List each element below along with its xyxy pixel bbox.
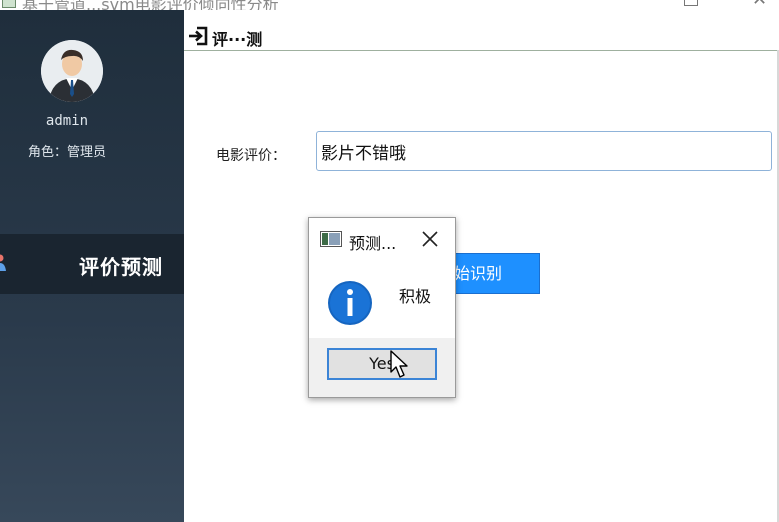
user-role: 角色：管理员 [27,145,106,160]
dialog-title: 预测... [349,234,397,253]
app-icon [2,0,16,8]
user-icon [0,254,6,276]
mouse-cursor-icon [390,350,412,384]
page-title: 评···测 [212,30,263,49]
sidebar-item-evaluation-prediction[interactable]: 评价预测 [0,234,184,294]
dialog-close-button[interactable] [419,228,441,250]
avatar [41,40,103,102]
header-divider [184,50,779,51]
window-titlebar: 基于管道...svm电影评价倾向性分析 ✕ [0,0,779,10]
window-app-icon [320,231,342,251]
review-label: 电影评价： [216,148,286,164]
message-dialog: 预测... 积极 Yes [308,217,456,398]
login-arrow-icon [188,26,208,50]
info-icon [327,280,373,330]
dialog-message: 积极 [399,287,432,306]
dialog-footer: Yes [309,338,455,397]
window-title: 基于管道...svm电影评价倾向性分析 [22,0,279,10]
review-input[interactable] [316,131,772,171]
close-icon [422,231,438,247]
username: admin [45,113,89,129]
sidebar: admin 角色：管理员 评价预测 [0,10,184,522]
sidebar-item-label: 评价预测 [79,255,163,279]
yes-button[interactable]: Yes [327,348,437,380]
minimize-button[interactable] [684,0,698,6]
window-close-button[interactable]: ✕ [752,0,767,10]
